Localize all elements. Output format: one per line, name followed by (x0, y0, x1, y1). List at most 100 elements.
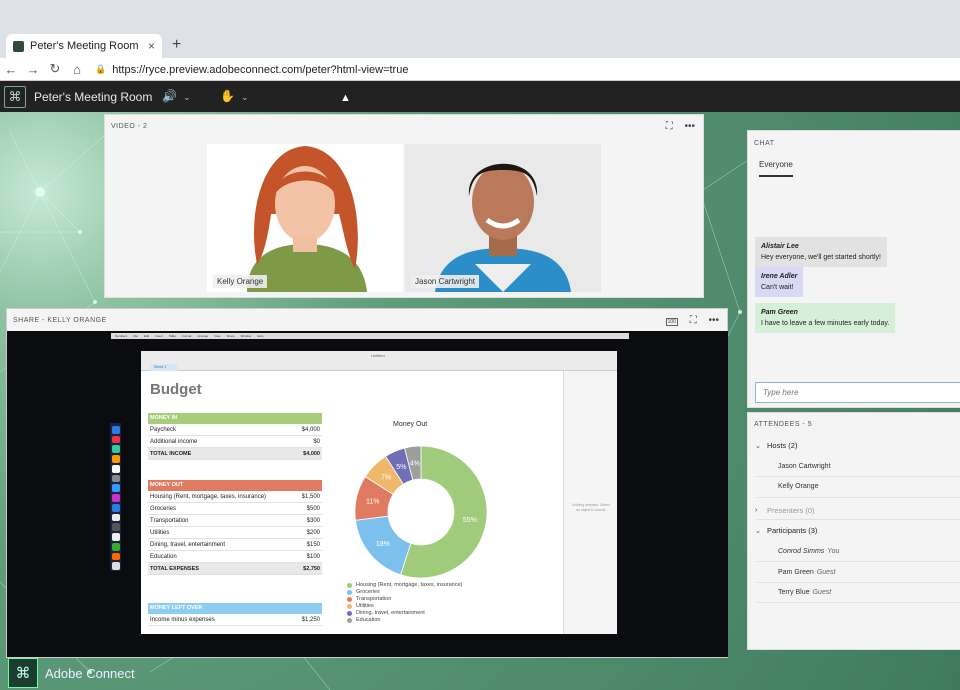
money-out-chart: Money Out 55% 18% 11% 7% 5% 4% Housing (Rent,… (339, 415, 539, 635)
shared-screen[interactable]: Numbers File Edit Insert Table Format Arrange V… (7, 331, 728, 657)
zoom-100-icon[interactable]: 100 (665, 318, 678, 326)
budget-title: Budget (150, 381, 202, 398)
adobe-connect-logo-icon: ⌘ (4, 85, 26, 108)
chevron-down-icon[interactable]: ⌄ (183, 92, 191, 102)
hand-glyph: ✋ (220, 89, 235, 103)
attendee-kelly-orange[interactable]: Kelly Orange (778, 483, 818, 490)
attendee-jason-cartwright[interactable]: Jason Cartwright (778, 463, 831, 470)
dock-app-icon (111, 464, 120, 473)
row-value: $100 (306, 554, 320, 560)
legend-label: Housing (Rent, mortgage, taxes, insuranc… (356, 582, 463, 588)
table-row: Utilities $200 (148, 527, 322, 539)
fullscreen-icon[interactable]: ⛶ (666, 121, 673, 132)
divider (756, 602, 960, 603)
share-pod-title: SHARE - KELLY ORANGE (13, 317, 107, 324)
attendee-conrod-simms[interactable]: Conrod Simms You (778, 548, 839, 555)
panel-placeholder-text: Nothing selected. Select an object to fo… (572, 503, 610, 512)
chart-legend: Housing (Rent, mortgage, taxes, insuranc… (347, 582, 462, 624)
legend-item: Dining, travel, entertainment (347, 610, 462, 617)
row-value: $0 (313, 439, 320, 445)
reload-icon[interactable]: ↻ (44, 61, 66, 77)
new-tab-button[interactable]: + (172, 36, 181, 54)
attendee-pam-green[interactable]: Pam Green Guest (778, 569, 835, 576)
fullscreen-icon[interactable]: ⛶ (690, 315, 697, 326)
table-row: Paycheck $4,000 (148, 424, 322, 436)
chevron-down-icon: ⌄ (755, 442, 761, 450)
mac-menu-item: File (133, 334, 139, 338)
slice-label: 7% (381, 474, 391, 481)
speaker-icon[interactable]: 🔊 ⌄ (162, 89, 191, 103)
legend-label: Groceries (356, 589, 380, 595)
url-input[interactable]: 🔒 https://ryce.preview.adobeconnect.com/… (95, 61, 895, 78)
attendees-pod-title: ATTENDEES - 5 (754, 421, 813, 428)
dock-app-icon (111, 533, 120, 541)
chat-input[interactable]: Type here (755, 382, 960, 403)
attendee-terry-blue[interactable]: Terry Blue Guest (778, 589, 831, 596)
mac-menu-item: Insert (155, 334, 163, 338)
more-options-icon[interactable]: ••• (708, 315, 719, 326)
address-bar: ← → ↻ ⌂ 🔒 https://ryce.preview.adobeconn… (0, 58, 960, 133)
video-tile-jason-cartwright[interactable]: Jason Cartwright (405, 144, 601, 292)
legend-item: Groceries (347, 589, 462, 596)
adobe-connect-logo-icon: ⌘ (8, 658, 38, 688)
presenters-group[interactable]: › Presenters (0) (755, 506, 815, 515)
slice-label: 5% (396, 464, 406, 471)
raise-hand-icon[interactable]: ✋ ⌄ (220, 89, 249, 103)
spreadsheet-area: Budget MONEY IN Paycheck $4,000 Additiona… (141, 371, 563, 634)
participants-group[interactable]: ⌄ Participants (3) (755, 526, 817, 535)
forward-icon[interactable]: → (22, 62, 44, 77)
format-side-panel: Nothing selected. Select an object to fo… (563, 371, 617, 634)
share-pod: SHARE - KELLY ORANGE 100 ⛶ ••• Numbers Fi… (6, 308, 728, 658)
row-value: $500 (306, 506, 320, 512)
more-options-icon[interactable]: ••• (684, 121, 695, 132)
footer: ⌘ Adobe Connect (0, 656, 960, 690)
slice-label: 4% (410, 460, 420, 467)
back-icon[interactable]: ← (0, 62, 22, 77)
money-out-header: MONEY OUT (148, 480, 322, 491)
table-row: Additional income $0 (148, 436, 322, 448)
person-photo (247, 146, 367, 292)
attendee-role: Guest (816, 569, 836, 576)
total-value: $4,000 (303, 451, 320, 457)
dock-app-icon (111, 426, 120, 434)
row-label: Education (150, 554, 177, 560)
dock-app-icon (111, 445, 120, 454)
chat-pod-title: CHAT (754, 140, 775, 147)
row-value: $150 (306, 542, 320, 548)
legend-item: Housing (Rent, mortgage, taxes, insuranc… (347, 582, 462, 589)
tab-title: Peter's Meeting Room (30, 40, 139, 52)
table-row: Education $100 (148, 551, 322, 563)
close-tab-icon[interactable]: × (148, 39, 155, 53)
legend-label: Education (356, 617, 381, 623)
chat-message: Alistair Lee Hey everyone, we'll get star… (755, 237, 888, 267)
legend-item: Education (347, 617, 462, 624)
legend-swatch (347, 618, 352, 623)
dock-app-icon (111, 474, 120, 483)
video-pod-title: VIDEO - 2 (111, 123, 148, 130)
browser-tab[interactable]: Peter's Meeting Room × (6, 34, 162, 58)
divider (756, 582, 960, 583)
mac-menu-item: Table (168, 334, 176, 338)
slice-label: 55% (463, 517, 477, 524)
chevron-down-icon[interactable]: ⌄ (241, 92, 249, 102)
sheet-tab: Sheet 1 (151, 364, 177, 371)
table-total-row: TOTAL EXPENSES $2,750 (148, 563, 322, 575)
money-left-header: MONEY LEFT OVER (148, 603, 322, 614)
attendee-name: Pam Green (778, 569, 814, 576)
video-tile-kelly-orange[interactable]: Kelly Orange (207, 144, 403, 292)
numbers-toolbar: Untitled Sheet 1 (141, 351, 617, 371)
table-row: Transportation $300 (148, 515, 322, 527)
participant-name-badge: Jason Cartwright (411, 275, 480, 288)
tab-everyone[interactable]: Everyone (759, 160, 793, 177)
hosts-group[interactable]: ⌄ Hosts (2) (755, 441, 797, 450)
row-value: $300 (306, 518, 320, 524)
table-row: Dining, travel, entertainment $150 (148, 539, 322, 551)
numbers-app-window: Untitled Sheet 1 Budget MONEY IN Paychec… (141, 351, 617, 634)
attendee-role: Guest (812, 589, 832, 596)
attendees-pod: ATTENDEES - 5 ⌄ Hosts (2) Jason Cartwrig… (747, 412, 960, 650)
money-out-table: MONEY OUT Housing (Rent, mortgage, taxes… (148, 480, 322, 575)
presenters-label: Presenters (0) (767, 506, 815, 515)
money-left-table: MONEY LEFT OVER Income minus expenses $1,… (148, 603, 322, 626)
home-icon[interactable]: ⌂ (66, 62, 88, 77)
legend-label: Dining, travel, entertainment (356, 610, 425, 616)
